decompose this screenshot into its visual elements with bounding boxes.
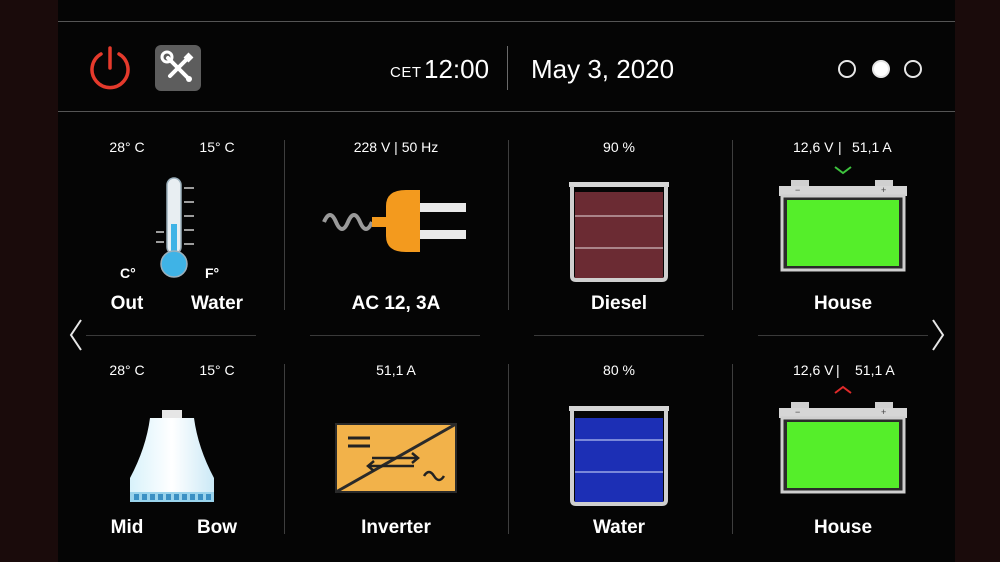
clock-time: 12:00: [424, 54, 490, 84]
mid-label: Mid: [110, 517, 144, 538]
header-time-divider: [507, 46, 508, 90]
fahrenheit-unit: F°: [205, 265, 220, 281]
water-temp-label: Water: [190, 293, 244, 314]
mid-temperature-value: 28° C: [109, 362, 145, 378]
col-divider-2a: [508, 140, 509, 310]
house1-separator: |: [838, 139, 842, 155]
celsius-unit: C°: [120, 265, 136, 281]
page-dot-2[interactable]: [872, 60, 890, 78]
row-divider-1: [86, 335, 256, 336]
timezone-label: CET: [390, 64, 422, 81]
house1-voltage: 12,6 V: [793, 139, 834, 155]
ac-voltage-frequency: 228 V | 50 Hz: [353, 139, 439, 155]
diesel-tank-icon: [569, 182, 669, 282]
discharging-indicator-icon: [834, 385, 852, 394]
bow-label: Bow: [196, 517, 238, 538]
col-divider-2b: [508, 364, 509, 534]
out-label: Out: [110, 293, 144, 314]
settings-tools-button[interactable]: [155, 45, 201, 91]
col-divider-3a: [732, 140, 733, 310]
inverter-icon: [335, 422, 457, 494]
house1-current: 51,1 A: [852, 139, 892, 155]
svg-text:−: −: [795, 185, 800, 195]
house2-label: House: [813, 517, 873, 538]
svg-text:+: +: [881, 407, 886, 417]
out-temperature-value: 28° C: [109, 139, 145, 155]
header-top-divider: [58, 21, 955, 22]
page-dot-3[interactable]: [904, 60, 922, 78]
house2-separator: |: [836, 362, 840, 378]
water-level-value: 80 %: [603, 362, 635, 378]
col-divider-3b: [732, 364, 733, 534]
ac-label: AC 12, 3A: [351, 293, 441, 314]
col-divider-1a: [284, 140, 285, 310]
header-bottom-divider: [58, 111, 955, 112]
chevron-left-icon: [69, 319, 82, 351]
inverter-label: Inverter: [361, 517, 431, 538]
thermometer-icon: [156, 177, 194, 278]
row-divider-4: [758, 335, 928, 336]
heater-icon: [130, 410, 214, 502]
next-page-button[interactable]: [930, 318, 946, 357]
house1-label: House: [813, 293, 873, 314]
ac-plug-icon: [322, 190, 466, 252]
col-divider-1b: [284, 364, 285, 534]
bow-temperature-value: 15° C: [199, 362, 235, 378]
power-icon: [90, 46, 130, 90]
wrench-screwdriver-icon: [160, 50, 194, 82]
power-button[interactable]: [86, 44, 134, 92]
chevron-right-icon: [932, 319, 945, 351]
water-tank-icon: [569, 406, 669, 506]
charging-indicator-icon: [834, 166, 852, 175]
diesel-label: Diesel: [591, 293, 647, 314]
inverter-current: 51,1 A: [376, 362, 416, 378]
row-divider-2: [310, 335, 480, 336]
house-battery-icon: − +: [779, 180, 907, 272]
current-date: May 3, 2020: [531, 54, 675, 84]
water-label: Water: [592, 517, 646, 538]
house2-voltage: 12,6 V: [793, 362, 834, 378]
previous-page-button[interactable]: [68, 318, 84, 357]
diesel-level-value: 90 %: [603, 139, 635, 155]
page-dot-1[interactable]: [838, 60, 856, 78]
svg-text:+: +: [881, 185, 886, 195]
svg-text:−: −: [795, 407, 800, 417]
row-divider-3: [534, 335, 704, 336]
water-temperature-value: 15° C: [199, 139, 235, 155]
house2-current: 51,1 A: [855, 362, 895, 378]
house-battery-icon: − +: [779, 402, 907, 494]
